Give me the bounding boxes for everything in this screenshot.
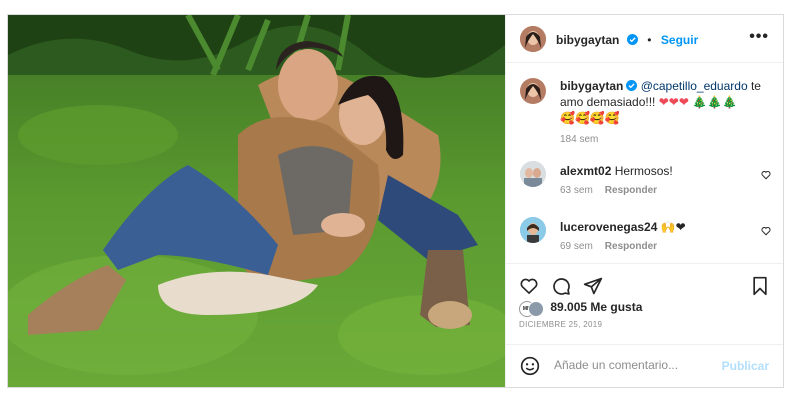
avatar-image xyxy=(520,26,546,52)
comment-username[interactable]: alexmt02 xyxy=(560,164,611,178)
liker-avatars: MM xyxy=(519,300,547,317)
comment-meta: 69 sem Responder xyxy=(560,239,760,255)
caption-emojis: 🥰🥰🥰🥰 xyxy=(560,111,620,125)
comment-text: 🙌❤ xyxy=(660,220,686,234)
avatar-image xyxy=(520,161,546,187)
like-heart-icon[interactable] xyxy=(519,276,539,296)
couple-on-grass-photo xyxy=(8,15,505,387)
caption-username[interactable]: bibygaytan xyxy=(560,79,623,93)
publish-button[interactable]: Publicar xyxy=(722,359,769,373)
comment-timestamp: 69 sem xyxy=(560,241,593,252)
add-comment-bar: Publicar xyxy=(506,344,783,387)
comment-username[interactable]: lucerovenegas24 xyxy=(560,220,657,234)
separator-dot: • xyxy=(647,33,652,47)
follow-button[interactable]: Seguir xyxy=(661,33,698,47)
post-header: bibygaytan • Seguir ••• xyxy=(506,15,783,63)
post-actions-bar xyxy=(506,263,783,296)
reply-button[interactable]: Responder xyxy=(605,185,657,196)
comment-item: alexmt02 Hermosos! 63 sem Responder xyxy=(560,163,760,199)
post-side-panel: bibygaytan • Seguir ••• bibygaytan @cape… xyxy=(505,15,783,387)
caption-author-avatar[interactable] xyxy=(520,78,546,104)
comment-timestamp: 63 sem xyxy=(560,185,593,196)
post-date: DICIEMBRE 25, 2019 xyxy=(519,320,603,329)
caption-timestamp: 184 sem xyxy=(560,134,599,145)
comment-avatar[interactable] xyxy=(520,217,546,243)
post-photo[interactable] xyxy=(8,15,505,387)
avatar-image xyxy=(520,78,546,104)
caption-trees: 🎄🎄🎄 xyxy=(692,95,738,109)
liker-avatar xyxy=(528,300,544,317)
likes-count: 89.005 xyxy=(550,300,588,314)
share-icon[interactable] xyxy=(583,276,603,296)
comment-heart-icon[interactable] xyxy=(761,226,771,236)
verified-badge-icon xyxy=(626,80,638,91)
caption-hearts: ❤❤❤ xyxy=(658,95,689,109)
avatar-image xyxy=(520,217,546,243)
caption-mention-link[interactable]: @capetillo_eduardo xyxy=(641,79,748,93)
save-bookmark-icon[interactable] xyxy=(751,276,769,296)
likes-row[interactable]: MM 89.005 Me gusta xyxy=(519,300,643,317)
comment-item: lucerovenegas24 🙌❤ 69 sem Responder xyxy=(560,219,760,255)
comment-avatar[interactable] xyxy=(520,161,546,187)
likes-label: Me gusta xyxy=(590,300,643,314)
more-options-icon[interactable]: ••• xyxy=(749,28,769,46)
comment-meta: 63 sem Responder xyxy=(560,183,760,199)
add-comment-input[interactable] xyxy=(552,357,716,373)
author-username[interactable]: bibygaytan xyxy=(556,33,619,47)
verified-badge-icon xyxy=(626,34,638,45)
instagram-post-embed: bibygaytan • Seguir ••• bibygaytan @cape… xyxy=(7,14,784,388)
author-avatar[interactable] xyxy=(520,26,546,52)
comment-icon[interactable] xyxy=(551,276,571,296)
post-caption: bibygaytan @capetillo_eduardo te amo dem… xyxy=(560,78,772,148)
comment-heart-icon[interactable] xyxy=(761,170,771,180)
reply-button[interactable]: Responder xyxy=(605,241,657,252)
comment-text: Hermosos! xyxy=(614,164,673,178)
emoji-icon[interactable] xyxy=(520,356,540,376)
header-author-row: bibygaytan • Seguir xyxy=(556,31,698,49)
